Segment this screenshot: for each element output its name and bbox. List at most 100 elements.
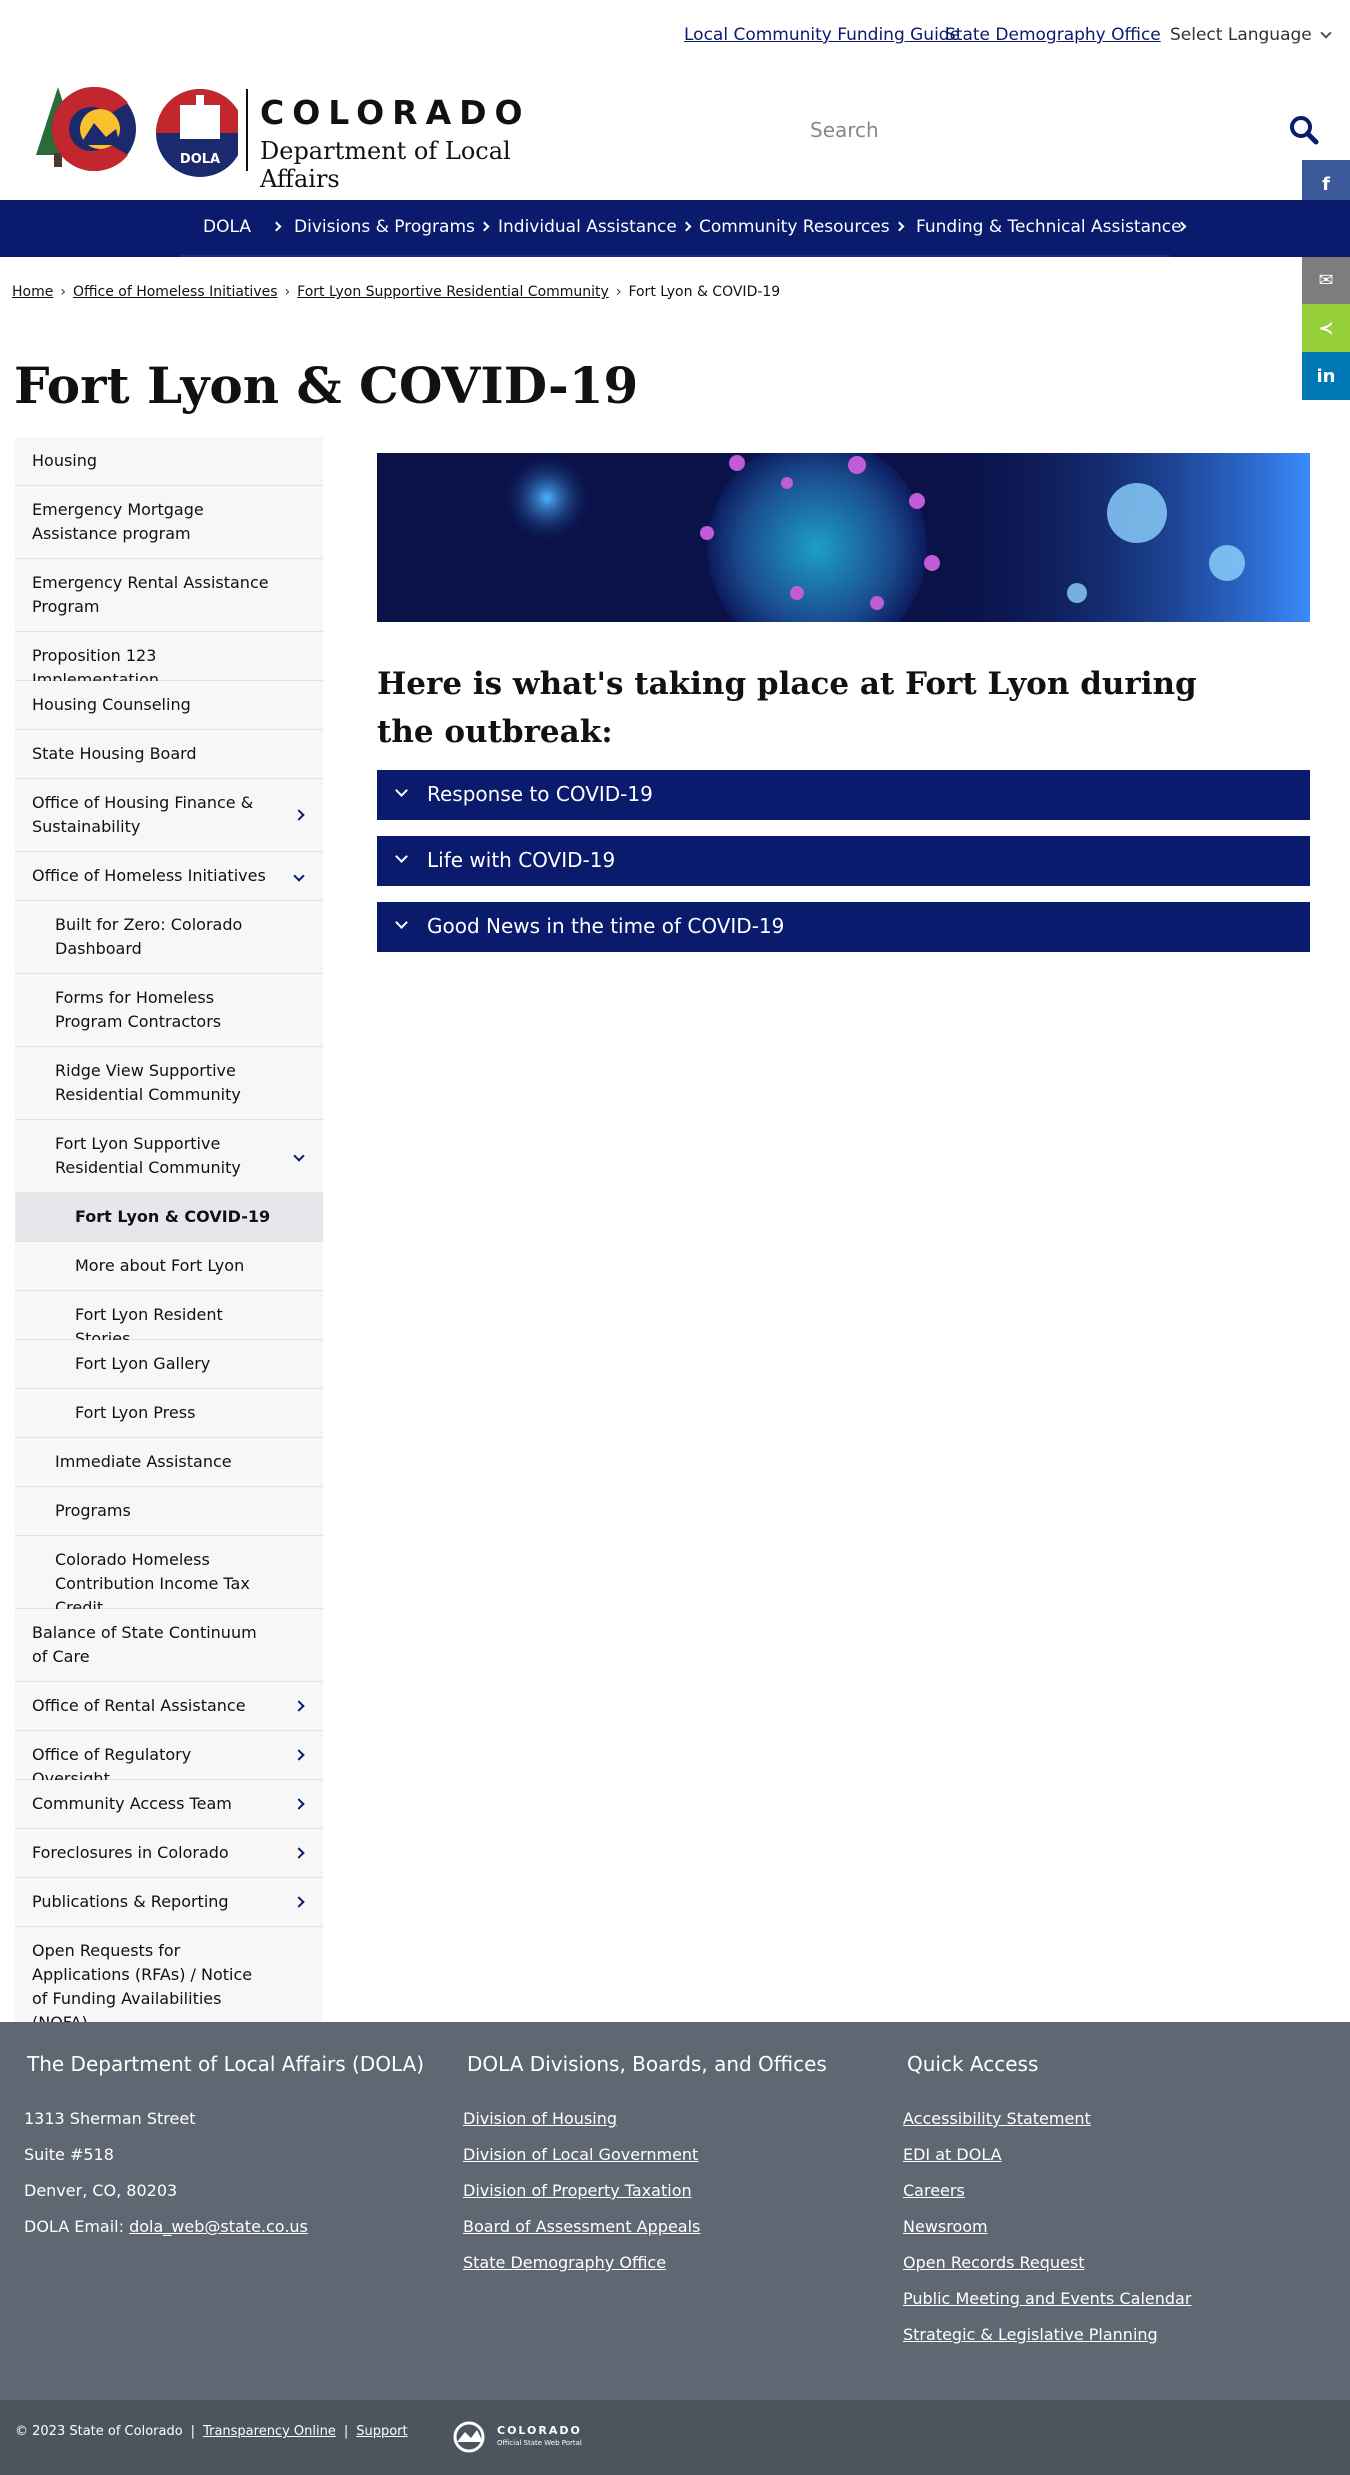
breadcrumb-fort-lyon[interactable]: Fort Lyon Supportive Residential Communi… xyxy=(297,284,609,300)
nav-item-divisions-programs[interactable]: Divisions & Programs xyxy=(294,217,490,237)
footer-link-newsroom[interactable]: Newsroom xyxy=(903,2217,988,2236)
colorado-dola-logo-icon: DOLA xyxy=(36,86,238,177)
footer-link-careers[interactable]: Careers xyxy=(903,2181,965,2200)
sidebar-item[interactable]: Housing Counseling xyxy=(15,681,323,730)
covid-hero-image xyxy=(377,453,1310,622)
nav-item-label: Divisions & Programs xyxy=(294,217,475,237)
sidebar-item[interactable]: More about Fort Lyon xyxy=(15,1242,323,1291)
page-title: Fort Lyon & COVID-19 xyxy=(14,356,639,415)
language-select[interactable]: Select Language xyxy=(1170,25,1332,45)
search-input[interactable]: Search xyxy=(810,118,879,142)
search-icon[interactable] xyxy=(1288,114,1320,146)
nav-item-community-resources[interactable]: Community Resources xyxy=(699,217,905,237)
sidebar-item-label: Fort Lyon Press xyxy=(75,1403,196,1422)
footer-link-board-of-assessment-appeals[interactable]: Board of Assessment Appeals xyxy=(463,2217,700,2236)
state-demography-office-link[interactable]: State Demography Office xyxy=(945,25,1161,45)
breadcrumb-separator: › xyxy=(60,284,66,300)
sidebar-item[interactable]: Immediate Assistance xyxy=(15,1438,323,1487)
sidebar-item[interactable]: Colorado Homeless Contribution Income Ta… xyxy=(15,1536,323,1617)
footer-link-division-of-housing[interactable]: Division of Housing xyxy=(463,2109,617,2128)
chevron-down-icon xyxy=(1320,27,1332,39)
chevron-down-icon xyxy=(395,784,408,797)
chevron-right-icon xyxy=(271,221,282,232)
footer-link-division-of-local-government[interactable]: Division of Local Government xyxy=(463,2145,698,2164)
footer-address-street: 1313 Sherman Street xyxy=(24,2109,196,2128)
sidebar-item[interactable]: Community Access Team xyxy=(15,1780,323,1829)
sidebar-item[interactable]: Fort Lyon Gallery xyxy=(15,1340,323,1389)
email-icon[interactable]: ✉ xyxy=(1302,256,1350,304)
search-bar[interactable]: Search xyxy=(810,112,1320,152)
sidebar-item-label: Community Access Team xyxy=(32,1794,232,1813)
bottom-bar: © 2023 State of Colorado | Transparency On… xyxy=(0,2400,1350,2475)
sidebar-item-label: State Housing Board xyxy=(32,744,197,763)
linkedin-icon[interactable]: in xyxy=(1302,352,1350,400)
breadcrumb-current: Fort Lyon & COVID-19 xyxy=(628,284,781,300)
utility-bar: Local Community Funding Guide State Demo… xyxy=(0,0,1350,75)
accordion-good-news[interactable]: Good News in the time of COVID-19 xyxy=(377,902,1310,952)
nav-item-funding-technical-assistance[interactable]: Funding & Technical Assistance xyxy=(916,217,1187,237)
sidebar-item[interactable]: Housing xyxy=(15,437,323,486)
sidebar-item[interactable]: Fort Lyon Supportive Residential Communi… xyxy=(15,1120,323,1193)
sidebar-item[interactable]: Office of Rental Assistance xyxy=(15,1682,323,1731)
state-portal-logo[interactable]: COLORADO Official State Web Portal xyxy=(453,2420,593,2458)
sidebar-item[interactable]: Forms for Homeless Program Contractors xyxy=(15,974,323,1047)
footer-link-state-demography-office[interactable]: State Demography Office xyxy=(463,2253,666,2272)
breadcrumb: Home › Office of Homeless Initiatives › Fort… xyxy=(12,284,780,300)
sidebar-item[interactable]: Fort Lyon & COVID-19 xyxy=(15,1193,323,1242)
share-icon[interactable]: ≺ xyxy=(1302,304,1350,352)
chevron-down-icon xyxy=(395,850,408,863)
sidebar-item[interactable]: Built for Zero: Colorado Dashboard xyxy=(15,901,323,974)
sidebar-item-label: Immediate Assistance xyxy=(55,1452,232,1471)
sidebar-item[interactable]: State Housing Board xyxy=(15,730,323,779)
divider: | xyxy=(343,2424,349,2439)
sidebar-item-label: Emergency Rental Assistance Program xyxy=(32,573,269,616)
breadcrumb-home[interactable]: Home xyxy=(12,284,53,300)
sidebar-item[interactable]: Programs xyxy=(15,1487,323,1536)
footer-link-open-records-request[interactable]: Open Records Request xyxy=(903,2253,1085,2272)
sidebar-item[interactable]: Proposition 123 Implementation xyxy=(15,632,323,689)
sidebar-item[interactable]: Balance of State Continuum of Care xyxy=(15,1609,323,1682)
sidebar-item[interactable]: Foreclosures in Colorado xyxy=(15,1829,323,1878)
footer-email-link[interactable]: dola_web@state.co.us xyxy=(129,2217,308,2236)
chevron-right-icon xyxy=(681,221,692,232)
sidebar-item[interactable]: Office of Regulatory Oversight xyxy=(15,1731,323,1788)
support-link[interactable]: Support xyxy=(356,2424,407,2439)
breadcrumb-separator: › xyxy=(284,284,291,300)
accordion-label: Response to COVID-19 xyxy=(427,782,653,806)
section-heading: Here is what's taking place at Fort Lyon… xyxy=(377,666,1197,750)
sidebar-item[interactable]: Open Requests for Applications (RFAs) / … xyxy=(15,1927,323,2032)
accordion-response-to-covid[interactable]: Response to COVID-19 xyxy=(377,770,1310,820)
sidebar-item[interactable]: Fort Lyon Resident Stories xyxy=(15,1291,323,1348)
sidebar-item[interactable]: Office of Homeless Initiatives xyxy=(15,852,323,901)
sidebar-item[interactable]: Emergency Rental Assistance Program xyxy=(15,559,323,632)
sidebar-item-label: Programs xyxy=(55,1501,131,1520)
footer-link-strategic-legislative-planning[interactable]: Strategic & Legislative Planning xyxy=(903,2325,1158,2344)
nav-item-dola[interactable]: DOLA xyxy=(203,217,282,237)
footer: The Department of Local Affairs (DOLA) 1… xyxy=(0,2022,1350,2400)
footer-address-suite: Suite #518 xyxy=(24,2145,114,2164)
sidebar-item-label: Ridge View Supportive Residential Commun… xyxy=(55,1061,241,1104)
footer-link-public-meeting-calendar[interactable]: Public Meeting and Events Calendar xyxy=(903,2289,1191,2308)
sidebar-item-label: More about Fort Lyon xyxy=(75,1256,245,1275)
footer-link-accessibility-statement[interactable]: Accessibility Statement xyxy=(903,2109,1091,2128)
site-logo[interactable]: DOLA COLORADO Department of Local Affair… xyxy=(28,85,588,193)
footer-link-edi-at-dola[interactable]: EDI at DOLA xyxy=(903,2145,1002,2164)
sidebar-item[interactable]: Ridge View Supportive Residential Commun… xyxy=(15,1047,323,1120)
transparency-online-link[interactable]: Transparency Online xyxy=(203,2424,336,2439)
sidebar-item[interactable]: Emergency Mortgage Assistance program xyxy=(15,486,323,559)
breadcrumb-office-of-homeless-initiatives[interactable]: Office of Homeless Initiatives xyxy=(73,284,278,300)
local-community-funding-guide-link[interactable]: Local Community Funding Guide xyxy=(684,25,960,45)
footer-col2-title: DOLA Divisions, Boards, and Offices xyxy=(467,2052,827,2076)
nav-item-individual-assistance[interactable]: Individual Assistance xyxy=(498,217,692,237)
svg-text:DOLA: DOLA xyxy=(180,152,220,167)
sidebar-item[interactable]: Fort Lyon Press xyxy=(15,1389,323,1438)
footer-col1-title: The Department of Local Affairs (DOLA) xyxy=(27,2052,425,2076)
sidebar-item-label: Open Requests for Applications (RFAs) / … xyxy=(32,1941,253,2032)
footer-link-division-of-property-taxation[interactable]: Division of Property Taxation xyxy=(463,2181,692,2200)
footer-email-row: DOLA Email: dola_web@state.co.us xyxy=(24,2217,308,2236)
sidebar-item[interactable]: Publications & Reporting xyxy=(15,1878,323,1927)
sidebar-item-label: Office of Housing Finance & Sustainabili… xyxy=(32,793,254,836)
nav-item-label: Community Resources xyxy=(699,217,890,237)
accordion-life-with-covid[interactable]: Life with COVID-19 xyxy=(377,836,1310,886)
sidebar-item[interactable]: Office of Housing Finance & Sustainabili… xyxy=(15,779,323,852)
